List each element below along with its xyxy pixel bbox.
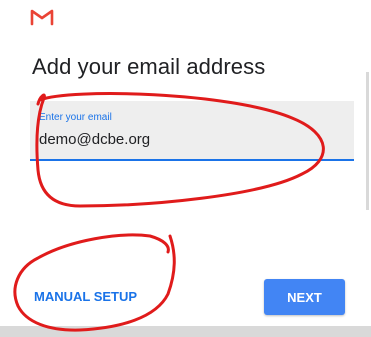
email-field-value[interactable]: demo@dcbe.org: [39, 131, 150, 148]
manual-setup-button[interactable]: MANUAL SETUP: [34, 289, 137, 304]
adjacent-panel-edge: [366, 72, 369, 210]
email-field[interactable]: Enter your email demo@dcbe.org: [30, 101, 354, 161]
page-title: Add your email address: [32, 54, 266, 79]
bottom-divider: [0, 326, 371, 337]
add-email-screen: Add your email address Enter your email …: [0, 0, 371, 337]
gmail-logo-icon: [30, 9, 54, 26]
next-button[interactable]: NEXT: [264, 279, 345, 315]
email-field-label: Enter your email: [39, 112, 112, 123]
manual-setup-circle: [13, 233, 176, 332]
